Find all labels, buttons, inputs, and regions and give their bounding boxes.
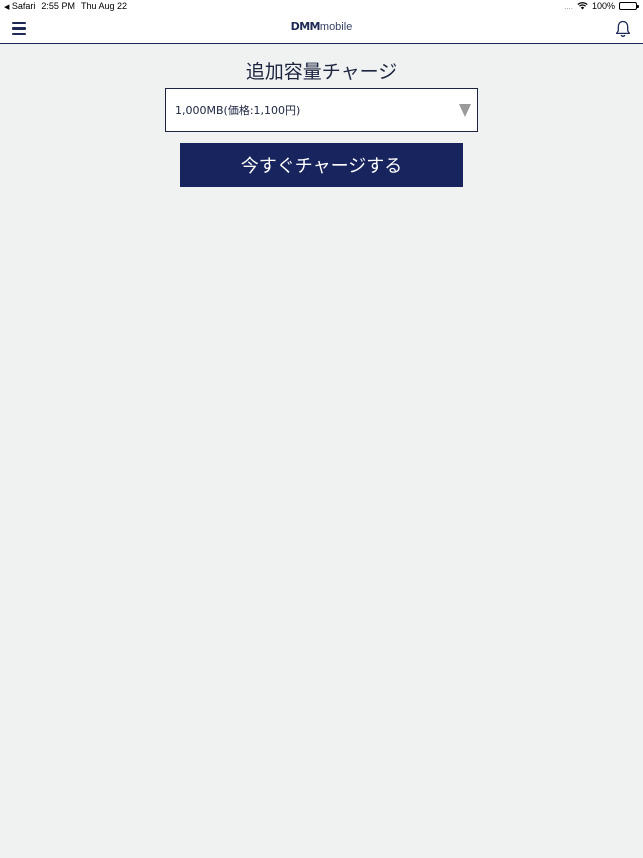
back-arrow-icon: ◀	[4, 4, 10, 11]
selected-plan-value: 1,000MB(価格:1,100円)	[175, 104, 301, 117]
wifi-icon	[577, 2, 588, 10]
logo-suffix: mobile	[319, 21, 353, 33]
charge-now-button[interactable]: 今すぐチャージする	[180, 143, 463, 187]
status-left: ◀ Safari 2:55 PM Thu Aug 22	[4, 1, 127, 11]
nav-bar: DMMmobile	[0, 14, 643, 44]
back-to-app-link[interactable]: ◀ Safari	[4, 1, 35, 11]
app-logo: DMMmobile	[0, 20, 643, 33]
dropdown-arrow-icon	[459, 104, 471, 117]
cellular-signal-icon: ....	[564, 1, 573, 11]
bell-icon[interactable]	[615, 20, 631, 38]
data-plan-select[interactable]: 1,000MB(価格:1,100円)	[165, 88, 478, 132]
status-right: .... 100%	[564, 1, 639, 11]
battery-icon	[619, 2, 639, 10]
logo-brand: DMM	[290, 20, 321, 33]
status-date: Thu Aug 22	[80, 1, 127, 11]
back-app-name: Safari	[11, 1, 36, 11]
status-time: 2:55 PM	[41, 1, 75, 11]
page-title: 追加容量チャージ	[245, 61, 398, 83]
battery-tip	[637, 5, 639, 8]
battery-percent: 100%	[591, 1, 615, 11]
status-bar: ◀ Safari 2:55 PM Thu Aug 22 .... 100%	[0, 0, 643, 14]
